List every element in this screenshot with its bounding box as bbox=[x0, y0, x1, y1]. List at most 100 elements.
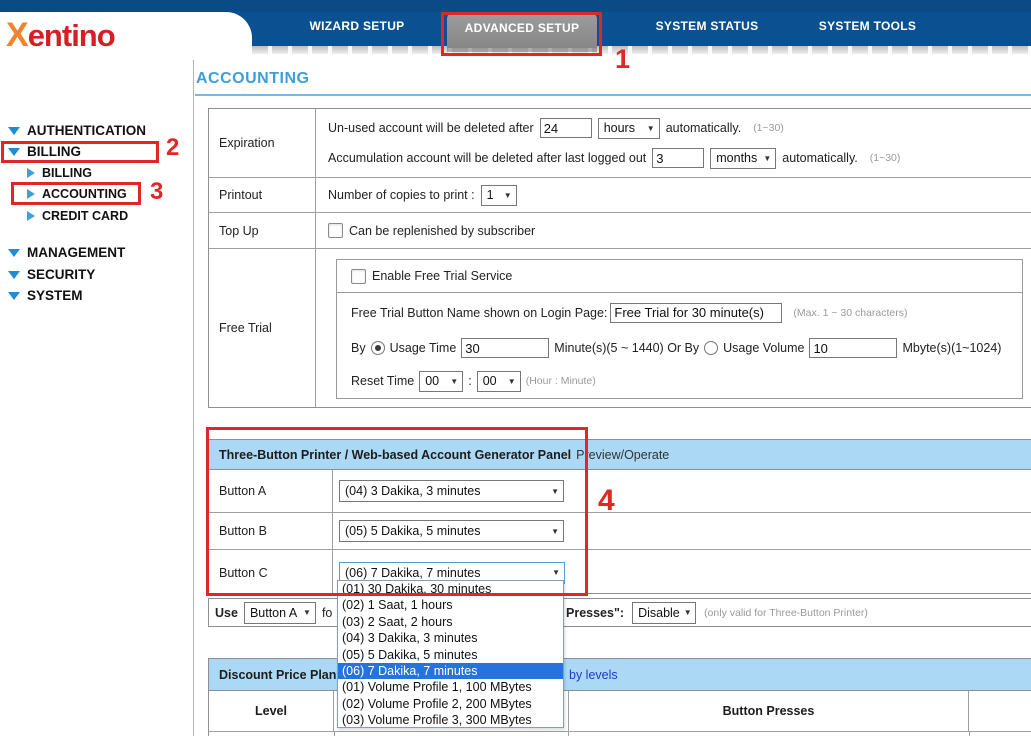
expiration-accum-value-input[interactable] bbox=[652, 148, 704, 168]
expiration-accum-unit-select[interactable]: months▼ bbox=[710, 148, 776, 169]
select-value: 1 bbox=[487, 188, 494, 202]
reset-time-note: (Hour : Minute) bbox=[526, 375, 596, 387]
topup-checkbox[interactable] bbox=[328, 223, 343, 238]
usage-time-note: Minute(s)(5 ~ 1440) Or By bbox=[554, 341, 699, 355]
sidebar-item-billing-sub[interactable]: BILLING bbox=[27, 166, 92, 180]
usage-time-label: Usage Time bbox=[390, 341, 457, 355]
sidebar-label: CREDIT CARD bbox=[42, 209, 128, 223]
free-trial-box: Enable Free Trial Service Free Trial But… bbox=[336, 259, 1023, 399]
navbar-shadow-strip bbox=[252, 46, 1031, 54]
select-arrow-icon: ▼ bbox=[504, 377, 520, 386]
preview-operate-link[interactable]: Preview/Operate bbox=[576, 448, 669, 462]
free-trial-enable-checkbox[interactable] bbox=[351, 269, 366, 284]
usage-volume-radio[interactable] bbox=[704, 341, 718, 355]
table-row: Printout Number of copies to print : 1▼ bbox=[209, 178, 1031, 213]
free-trial-name-label: Free Trial Button Name shown on Login Pa… bbox=[351, 306, 607, 320]
discount-title: Discount Price Plan bbox=[219, 668, 336, 682]
free-trial-enable-label: Enable Free Trial Service bbox=[372, 269, 512, 283]
topup-checkbox-label: Can be replenished by subscriber bbox=[349, 224, 535, 238]
brand-logo-text: entino bbox=[28, 18, 115, 53]
chevron-down-icon bbox=[8, 249, 20, 257]
reset-colon: : bbox=[468, 374, 471, 388]
expiration-unused-suffix: automatically. bbox=[666, 121, 742, 135]
use-row-note: (only valid for Three-Button Printer) bbox=[704, 607, 868, 619]
dropdown-option[interactable]: (02) 1 Saat, 1 hours bbox=[338, 597, 563, 613]
chevron-down-icon bbox=[8, 127, 20, 135]
reset-minute-select[interactable]: 00 ▼ bbox=[477, 371, 521, 392]
dropdown-option[interactable]: (05) 5 Dakika, 5 minutes bbox=[338, 647, 563, 663]
select-value: 00 bbox=[425, 374, 439, 388]
select-arrow-icon: ▼ bbox=[759, 154, 775, 163]
nav-wizard-setup[interactable]: WIZARD SETUP bbox=[290, 19, 424, 33]
select-value: months bbox=[716, 151, 757, 165]
dropdown-option[interactable]: (02) Volume Profile 2, 200 MBytes bbox=[338, 696, 563, 712]
select-arrow-icon: ▼ bbox=[500, 191, 516, 200]
content-frame-divider bbox=[193, 60, 194, 736]
table-row: Top Up Can be replenished by subscriber bbox=[209, 213, 1031, 249]
row-label: Free Trial bbox=[209, 249, 316, 407]
expiration-unused-unit-select[interactable]: hours ▼ bbox=[598, 118, 660, 139]
use-button-select[interactable]: Button A▼ bbox=[244, 602, 316, 624]
accounting-admin-page: Xentino WIZARD SETUP ADVANCED SETUP SYST… bbox=[0, 0, 1031, 736]
usage-volume-label: Usage Volume bbox=[723, 341, 804, 355]
row-label: Expiration bbox=[209, 109, 316, 177]
accounting-settings-table: Expiration Un-used account will be delet… bbox=[208, 108, 1031, 408]
usage-volume-note: Mbyte(s)(1~1024) bbox=[902, 341, 1001, 355]
row-label: Top Up bbox=[209, 213, 316, 248]
dropdown-option[interactable]: (03) Volume Profile 3, 300 MBytes bbox=[338, 712, 563, 728]
select-value: 00 bbox=[483, 374, 497, 388]
sidebar-item-credit-card[interactable]: CREDIT CARD bbox=[27, 209, 128, 223]
chevron-right-icon bbox=[27, 168, 35, 178]
dropdown-option[interactable]: (01) Volume Profile 1, 100 MBytes bbox=[338, 679, 563, 695]
sidebar-item-authentication[interactable]: AUTHENTICATION bbox=[8, 123, 146, 138]
usage-time-radio[interactable] bbox=[371, 341, 385, 355]
discount-header: Discount Price Plan bbox=[209, 659, 1031, 691]
annotation-number-3: 3 bbox=[150, 178, 163, 206]
select-value: Disable bbox=[638, 606, 680, 620]
dropdown-option[interactable]: (04) 3 Dakika, 3 minutes bbox=[338, 630, 563, 646]
presses-text-fragment: Presses": bbox=[566, 606, 624, 620]
discount-partial-row bbox=[209, 732, 1031, 736]
by-label: By bbox=[351, 341, 366, 355]
dropdown-option[interactable]: (03) 2 Saat, 2 hours bbox=[338, 614, 563, 630]
multi-press-disable-select[interactable]: Disable▼ bbox=[632, 602, 696, 624]
expiration-unused-value-input[interactable] bbox=[540, 118, 592, 138]
by-levels-link[interactable]: by levels bbox=[569, 668, 618, 682]
select-value: hours bbox=[604, 121, 635, 135]
button-c-dropdown-list: (01) 30 Dakika, 30 minutes (02) 1 Saat, … bbox=[337, 580, 564, 728]
annotation-number-2: 2 bbox=[166, 134, 179, 162]
expiration-accum-suffix: automatically. bbox=[782, 151, 858, 165]
nav-system-status[interactable]: SYSTEM STATUS bbox=[640, 19, 774, 33]
chevron-right-icon bbox=[27, 211, 35, 221]
sidebar-item-security[interactable]: SECURITY bbox=[8, 267, 95, 282]
sidebar-item-system[interactable]: SYSTEM bbox=[8, 288, 83, 303]
use-button-row: Use Button A▼ fo Presses": Disable▼ (onl… bbox=[208, 598, 1031, 627]
select-arrow-icon: ▼ bbox=[446, 377, 462, 386]
row-label: Printout bbox=[209, 178, 316, 212]
reset-hour-select[interactable]: 00 ▼ bbox=[419, 371, 463, 392]
use-label: Use bbox=[215, 606, 238, 620]
annotation-box-1 bbox=[441, 12, 602, 56]
nav-system-tools[interactable]: SYSTEM TOOLS bbox=[805, 19, 930, 33]
navbar-top-strip bbox=[0, 0, 1031, 12]
use-text-fragment: fo bbox=[322, 606, 332, 620]
column-header-level: Level bbox=[255, 704, 287, 718]
usage-time-input[interactable] bbox=[461, 338, 549, 358]
usage-volume-input[interactable] bbox=[809, 338, 897, 358]
sidebar-label: AUTHENTICATION bbox=[27, 123, 146, 138]
sidebar-label: SYSTEM bbox=[27, 288, 83, 303]
range-note: (1~30) bbox=[870, 152, 901, 164]
select-arrow-icon: ▼ bbox=[299, 608, 315, 617]
annotation-box-4 bbox=[206, 427, 588, 596]
reset-time-label: Reset Time bbox=[351, 374, 414, 388]
brand-logo-x: X bbox=[6, 16, 28, 54]
sidebar-item-management[interactable]: MANAGEMENT bbox=[8, 245, 125, 260]
dropdown-option-selected[interactable]: (06) 7 Dakika, 7 minutes bbox=[338, 663, 563, 679]
free-trial-name-input[interactable] bbox=[610, 303, 782, 323]
page-title: ACCOUNTING bbox=[196, 70, 309, 88]
sidebar-label: MANAGEMENT bbox=[27, 245, 125, 260]
printout-copies-select[interactable]: 1▼ bbox=[481, 185, 517, 206]
select-arrow-icon: ▼ bbox=[643, 124, 659, 133]
column-header-button-presses: Button Presses bbox=[723, 704, 815, 718]
annotation-box-3 bbox=[11, 182, 141, 205]
